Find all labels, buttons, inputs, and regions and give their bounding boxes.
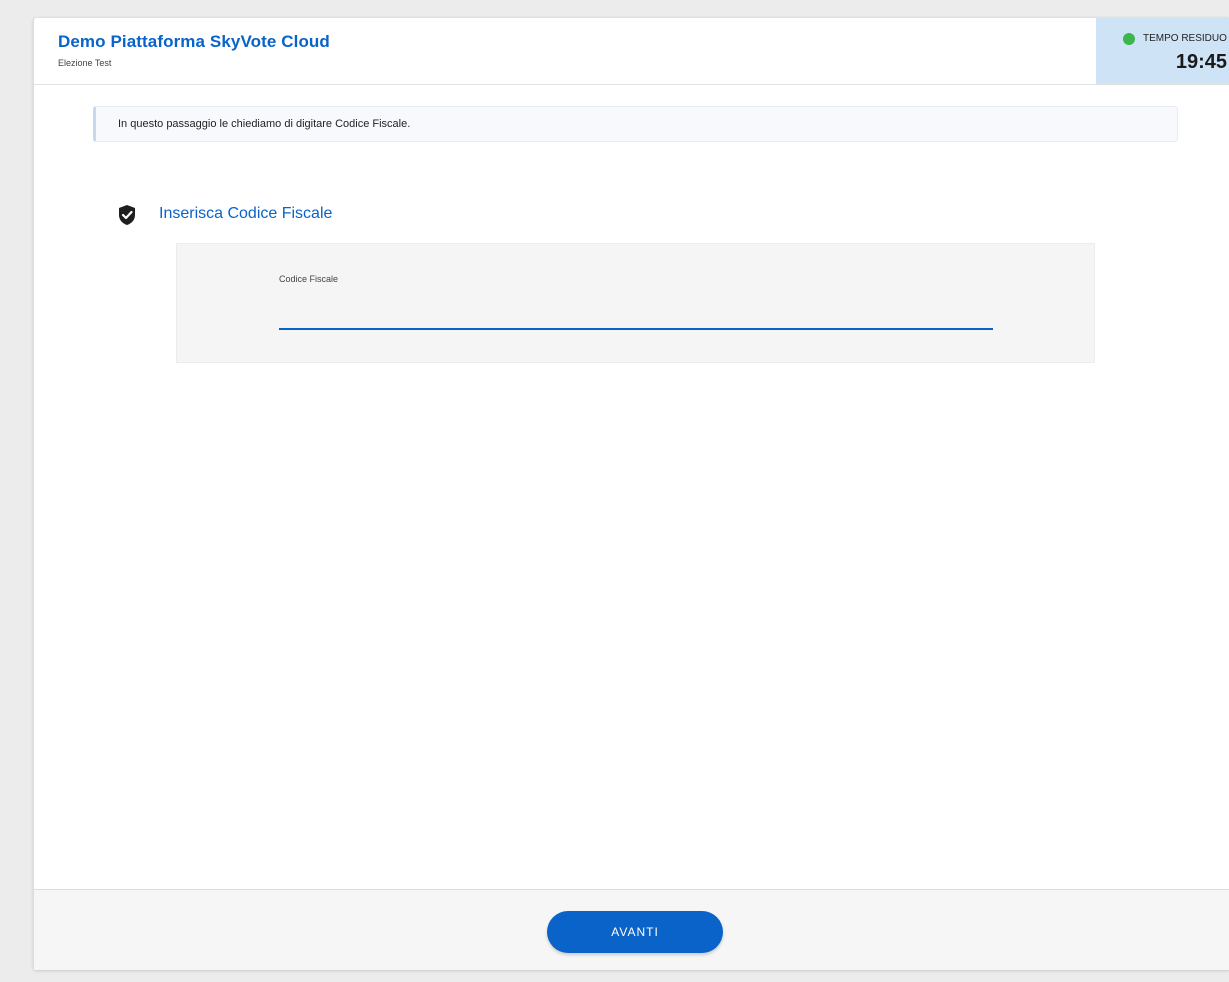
election-name: Elezione Test [58, 58, 112, 68]
codice-fiscale-label: Codice Fiscale [279, 274, 339, 284]
info-message-box: In questo passaggio le chiediamo di digi… [93, 106, 1178, 142]
codice-fiscale-panel: Codice Fiscale [176, 243, 1095, 363]
header: Demo Piattaforma SkyVote Cloud Elezione … [34, 18, 1229, 85]
next-button[interactable]: AVANTI [547, 911, 723, 953]
status-dot-icon [1123, 33, 1135, 45]
section-title: Inserisca Codice Fiscale [159, 205, 333, 222]
page-title: Demo Piattaforma SkyVote Cloud [58, 32, 330, 51]
shield-check-icon [118, 204, 136, 226]
info-message: In questo passaggio le chiediamo di digi… [118, 118, 411, 130]
timer-value: 19:45 [1175, 51, 1227, 73]
main-card: Demo Piattaforma SkyVote Cloud Elezione … [33, 18, 1229, 971]
footer-bar: AVANTI [34, 889, 1229, 970]
timer-panel: TEMPO RESIDUO 19:45 [1096, 18, 1229, 84]
timer-label: TEMPO RESIDUO [1143, 33, 1227, 44]
codice-fiscale-input[interactable] [279, 306, 993, 330]
